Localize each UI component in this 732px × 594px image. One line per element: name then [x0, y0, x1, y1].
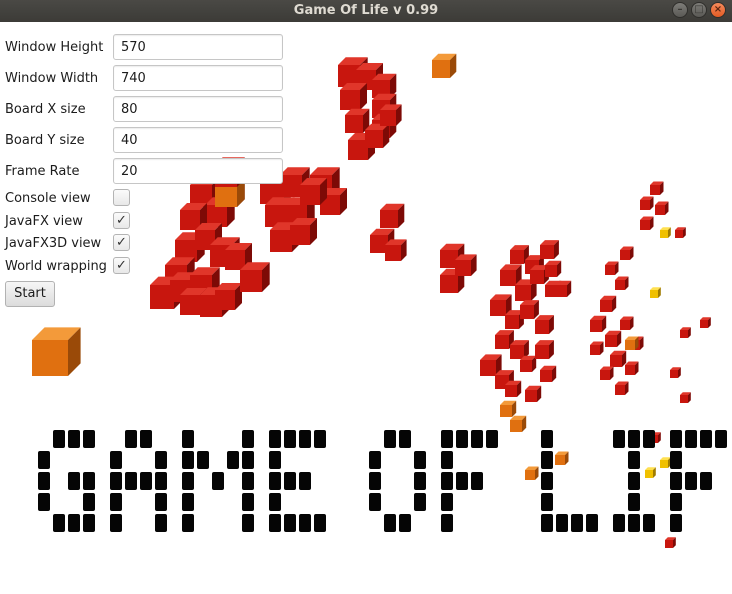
cell-cube [500, 400, 517, 417]
frame-rate-row: Frame Rate [5, 158, 113, 184]
cell-cube [645, 467, 656, 478]
javafx-view-row: JavaFX view [5, 211, 83, 231]
banner-letter [670, 430, 727, 532]
banner-letter [613, 430, 655, 532]
banner-letter [269, 430, 326, 532]
javafx-view-label: JavaFX view [5, 213, 83, 229]
console-view-label: Console view [5, 190, 91, 206]
cell-cube [655, 201, 669, 215]
frame-rate-input[interactable] [113, 158, 283, 184]
world-wrapping-row: World wrapping [5, 256, 107, 276]
cell-cube [432, 53, 457, 78]
world-wrapping-checkbox[interactable]: ✓ [113, 257, 130, 274]
banner-letter [441, 430, 498, 532]
cell-cube [700, 317, 711, 328]
banner-letter [38, 430, 95, 532]
cell-cube [32, 327, 81, 376]
cell-cube [670, 367, 681, 378]
cell-cube [660, 227, 671, 238]
window-height-label: Window Height [5, 39, 104, 55]
cell-cube [520, 300, 539, 319]
frame-rate-label: Frame Rate [5, 163, 80, 179]
board-y-input[interactable] [113, 127, 283, 153]
app-window: Game Of Life v 0.99 – □ × Window Height … [0, 0, 732, 594]
javafx3d-view-label: JavaFX3D view [5, 235, 102, 251]
board-x-row: Board X size [5, 96, 113, 122]
cell-cube [380, 104, 402, 126]
cell-cube [650, 287, 661, 298]
cell-cube [620, 316, 634, 330]
cell-cube [625, 336, 639, 350]
board-y-label: Board Y size [5, 132, 85, 148]
cell-cube [675, 227, 686, 238]
cell-cube [525, 385, 542, 402]
cell-cube [555, 451, 569, 465]
cell-cube [535, 340, 554, 359]
cell-cube [455, 254, 477, 276]
cell-cube [540, 240, 559, 259]
game-of-life-banner [38, 430, 727, 532]
cell-cube [650, 181, 664, 195]
javafx3d-view-row: JavaFX3D view [5, 233, 101, 253]
window-width-row: Window Width [5, 65, 113, 91]
close-button[interactable]: × [710, 2, 726, 18]
cell-cube [665, 537, 676, 548]
console-view-row: Console view [5, 188, 91, 208]
cell-cube [680, 327, 691, 338]
cell-cube [300, 178, 327, 205]
cell-cube [620, 246, 634, 260]
cell-cube [615, 381, 629, 395]
cell-cube [680, 392, 691, 403]
cell-cube [615, 276, 629, 290]
banner-letter [182, 430, 254, 532]
banner-letter [541, 430, 598, 532]
window-title: Game Of Life v 0.99 [293, 3, 439, 18]
window-controls: – □ × [672, 2, 726, 18]
cell-cube [380, 203, 405, 228]
window-width-input[interactable] [113, 65, 283, 91]
cell-cube [510, 415, 527, 432]
title-bar[interactable]: Game Of Life v 0.99 – □ × [0, 0, 732, 22]
board-y-row: Board Y size [5, 127, 113, 153]
cell-cube [600, 366, 614, 380]
cell-cube [600, 295, 617, 312]
cell-cube [590, 341, 604, 355]
cell-cube [535, 315, 554, 334]
cell-cube [365, 123, 390, 148]
cell-cube [640, 216, 654, 230]
window-height-input[interactable] [113, 34, 283, 60]
cell-cube [555, 280, 572, 297]
cell-cube [540, 365, 557, 382]
cell-cube [605, 261, 619, 275]
cell-cube [605, 330, 622, 347]
settings-panel: Window Height Window Width Board X size … [0, 22, 300, 322]
board-x-input[interactable] [113, 96, 283, 122]
minimize-button[interactable]: – [672, 2, 688, 18]
cell-cube [385, 239, 407, 261]
cell-cube [625, 361, 639, 375]
banner-letter [110, 430, 167, 532]
maximize-button[interactable]: □ [691, 2, 707, 18]
window-height-row: Window Height [5, 34, 113, 60]
cell-cube [660, 457, 671, 468]
start-button[interactable]: Start [5, 281, 55, 307]
cell-cube [340, 83, 367, 110]
world-wrapping-label: World wrapping [5, 258, 107, 274]
cell-cube [525, 466, 539, 480]
window-width-label: Window Width [5, 70, 99, 86]
cell-cube [610, 350, 627, 367]
banner-letter [369, 430, 426, 532]
console-view-checkbox[interactable] [113, 189, 130, 206]
cell-cube [520, 355, 537, 372]
cell-cube [545, 260, 562, 277]
javafx-view-checkbox[interactable]: ✓ [113, 212, 130, 229]
cell-cube [640, 196, 654, 210]
board-x-label: Board X size [5, 101, 86, 117]
cell-cube [590, 315, 607, 332]
javafx3d-view-checkbox[interactable]: ✓ [113, 234, 130, 251]
cell-cube [505, 380, 522, 397]
